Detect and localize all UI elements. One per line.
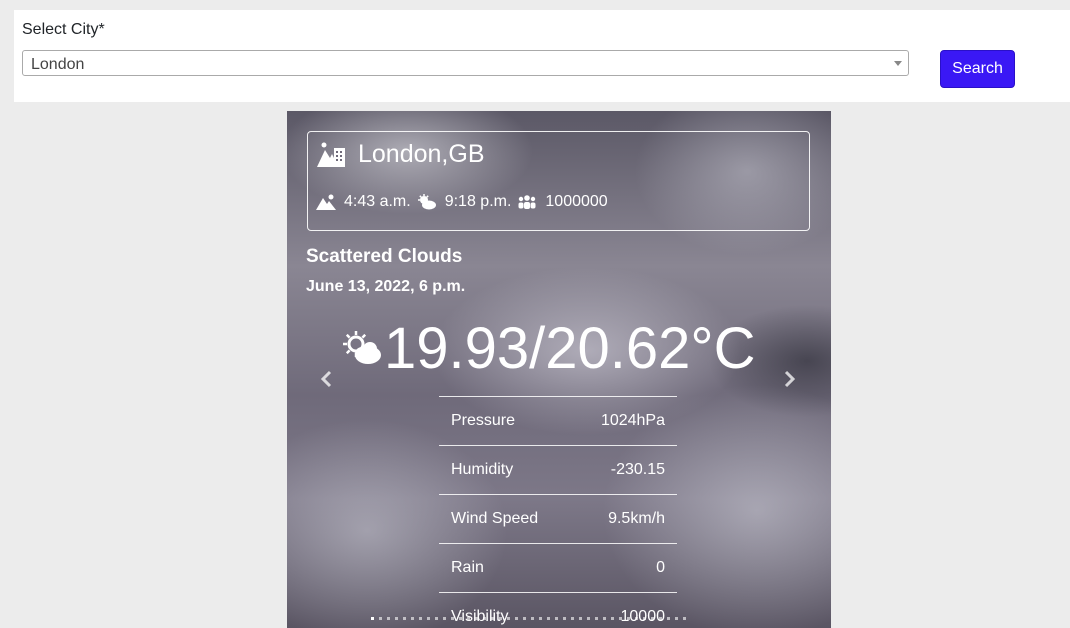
temperature-row: 19.93/20.62°C [342,313,755,383]
carousel-indicator[interactable] [627,617,630,620]
carousel-indicator[interactable] [419,617,422,620]
carousel-indicator[interactable] [563,617,566,620]
stat-value: -230.15 [610,461,665,478]
chevron-left-icon[interactable] [317,369,337,389]
carousel-indicator[interactable] [403,617,406,620]
sunset-time: 9:18 p.m. [444,193,512,210]
search-button[interactable]: Search [940,50,1015,88]
stat-value: 1024hPa [600,412,665,429]
carousel-indicator[interactable] [491,617,494,620]
location-box: London,GB 4:43 a.m. 9:18 p.m. 1000000 [307,131,810,231]
stat-value: 9.5km/h [608,510,665,527]
carousel-indicator[interactable] [475,617,478,620]
carousel-indicator[interactable] [683,617,686,620]
sun-population-row: 4:43 a.m. 9:18 p.m. 1000000 [316,192,614,212]
carousel-indicator[interactable] [555,617,558,620]
mountain-sun-icon [316,194,336,210]
table-row: Humidity -230.15 [439,445,677,494]
stat-label: Rain [451,559,484,576]
carousel-indicator[interactable] [635,617,638,620]
carousel-indicator[interactable] [659,617,662,620]
stat-value: 0 [656,559,665,576]
carousel-indicator[interactable] [667,617,670,620]
carousel-indicator[interactable] [587,617,590,620]
carousel-indicator[interactable] [611,617,614,620]
carousel-indicator[interactable] [459,617,462,620]
carousel-indicator[interactable] [579,617,582,620]
table-row: Wind Speed 9.5km/h [439,494,677,543]
carousel-indicator[interactable] [507,617,510,620]
table-row: Pressure 1024hPa [439,396,677,445]
carousel-indicator[interactable] [515,617,518,620]
search-panel: Select City* London Search [14,10,1070,102]
carousel-indicator[interactable] [499,617,502,620]
weather-condition: Scattered Clouds [306,246,463,267]
carousel-indicator[interactable] [467,617,470,620]
carousel-indicator[interactable] [603,617,606,620]
sunrise-time: 4:43 a.m. [344,193,411,210]
select-city-label: Select City* [22,21,105,38]
table-row: Visibility 10000 [439,592,677,628]
carousel-indicator[interactable] [675,617,678,620]
dropdown-arrow-icon [894,61,902,66]
carousel-indicator[interactable] [651,617,654,620]
stat-label: Humidity [451,461,514,478]
carousel-indicator[interactable] [451,617,454,620]
cloud-sun-icon [417,194,436,210]
carousel-indicator[interactable] [619,617,622,620]
city-icon [317,142,345,167]
forecast-datetime: June 13, 2022, 6 p.m. [306,278,466,295]
carousel-indicator[interactable] [539,617,542,620]
people-group-icon [518,195,536,209]
carousel-indicator[interactable] [531,617,534,620]
carousel-indicator[interactable] [379,617,382,620]
carousel-indicator[interactable] [411,617,414,620]
carousel-indicator[interactable] [387,617,390,620]
stat-label: Wind Speed [451,510,539,527]
city-select[interactable]: London [22,50,909,76]
city-name: London,GB [358,140,485,168]
carousel-indicator[interactable] [443,617,446,620]
population: 1000000 [545,193,608,210]
cloud-sun-icon [343,331,381,364]
city-select-value: London [31,56,85,73]
weather-carousel: London,GB 4:43 a.m. 9:18 p.m. 1000000 Sc… [287,111,831,628]
stat-label: Pressure [451,412,516,429]
carousel-indicator[interactable] [595,617,598,620]
carousel-indicator[interactable] [427,617,430,620]
carousel-indicator[interactable] [435,617,438,620]
carousel-indicator[interactable] [571,617,574,620]
carousel-indicator[interactable] [395,617,398,620]
chevron-right-icon[interactable] [779,369,799,389]
carousel-indicator[interactable] [371,617,374,620]
carousel-indicator[interactable] [523,617,526,620]
carousel-indicator[interactable] [547,617,550,620]
carousel-indicator[interactable] [643,617,646,620]
temperature-value: 19.93/20.62°C [384,315,756,381]
table-row: Rain 0 [439,543,677,592]
weather-stats-table: Pressure 1024hPa Humidity -230.15 Wind S… [439,396,677,628]
carousel-indicator[interactable] [483,617,486,620]
carousel-indicators [371,617,751,621]
